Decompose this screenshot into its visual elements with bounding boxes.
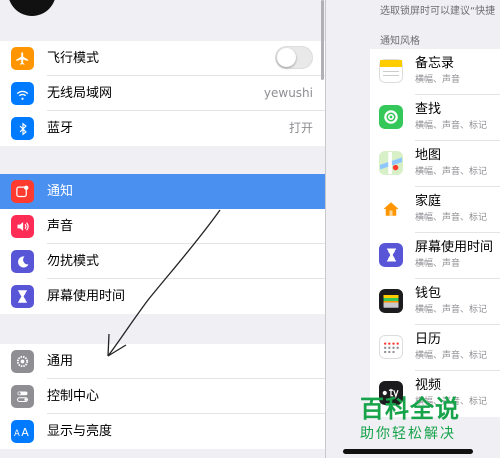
find-my-icon bbox=[379, 105, 403, 129]
bluetooth-icon bbox=[11, 117, 34, 140]
airplane-mode-toggle[interactable] bbox=[275, 46, 313, 69]
list-item-maps[interactable]: 地图 横幅、声音、标记 bbox=[370, 141, 500, 187]
settings-group-general: 通用 控制中心 AA 显示与亮度 bbox=[0, 344, 325, 449]
sidebar-item-do-not-disturb[interactable]: 勿扰模式 bbox=[0, 244, 325, 279]
notes-icon bbox=[379, 59, 403, 83]
app-name: 家庭 bbox=[415, 194, 442, 209]
speaker-icon bbox=[11, 215, 34, 238]
sidebar-item-bluetooth[interactable]: 蓝牙 打开 bbox=[0, 111, 325, 146]
wifi-network-name: yewushi bbox=[263, 86, 313, 100]
sidebar-item-sounds[interactable]: 声音 bbox=[0, 209, 325, 244]
app-notification-style: 横幅、声音 bbox=[415, 259, 461, 269]
app-name: 视频 bbox=[415, 378, 442, 393]
sidebar-item-display-brightness[interactable]: AA 显示与亮度 bbox=[0, 414, 325, 449]
app-notification-style: 横幅、声音、标记 bbox=[415, 121, 488, 131]
maps-icon bbox=[379, 151, 403, 175]
watermark-subtitle: 助你轻松解决 bbox=[360, 426, 456, 442]
app-notification-style: 横幅、声音 bbox=[415, 75, 461, 85]
sidebar-item-label: 显示与亮度 bbox=[47, 424, 113, 439]
sidebar-item-label: 通用 bbox=[47, 354, 74, 369]
home-icon bbox=[379, 197, 403, 221]
sidebar-item-airplane-mode[interactable]: 飞行模式 bbox=[0, 41, 325, 76]
app-notification-style: 横幅、声音、标记 bbox=[415, 351, 488, 361]
switches-icon bbox=[11, 385, 34, 408]
app-name: 屏幕使用时间 bbox=[415, 240, 494, 255]
sidebar-item-label: 屏幕使用时间 bbox=[47, 289, 126, 304]
watermark-logo: 百科全说 助你轻松解决 bbox=[360, 394, 500, 444]
home-indicator[interactable] bbox=[343, 449, 473, 454]
list-item-calendar[interactable]: 日历 横幅、声音、标记 bbox=[370, 325, 500, 371]
sidebar-item-label: 声音 bbox=[47, 219, 74, 234]
sidebar-item-label: 通知 bbox=[47, 184, 74, 199]
app-notification-style: 横幅、声音、标记 bbox=[415, 213, 488, 223]
list-item-find-my[interactable]: 查找 横幅、声音、标记 bbox=[370, 95, 500, 141]
avatar[interactable] bbox=[8, 0, 56, 16]
toggle-knob bbox=[277, 48, 296, 67]
wallet-icon bbox=[379, 289, 403, 313]
sidebar-item-label: 蓝牙 bbox=[47, 121, 74, 136]
app-name: 钱包 bbox=[415, 286, 442, 301]
sidebar-item-label: 飞行模式 bbox=[47, 51, 100, 66]
sidebar-item-wifi[interactable]: 无线局域网 yewushi bbox=[0, 76, 325, 111]
app-name: 查找 bbox=[415, 102, 442, 117]
gear-icon bbox=[11, 350, 34, 373]
settings-group-connectivity: 飞行模式 无线局域网 yewushi 蓝牙 打开 bbox=[0, 41, 325, 146]
sidebar-item-control-center[interactable]: 控制中心 bbox=[0, 379, 325, 414]
scheduled-summary-hint: 选取锁屏时可以建议“快捷 bbox=[380, 6, 496, 17]
settings-group-notifications: 通知 声音 勿扰模式 屏幕使用时间 bbox=[0, 174, 325, 314]
app-notification-style: 横幅、声音、标记 bbox=[415, 305, 488, 315]
hourglass-icon bbox=[379, 243, 403, 267]
list-item-screen-time[interactable]: 屏幕使用时间 横幅、声音 bbox=[370, 233, 500, 279]
sidebar-item-screen-time[interactable]: 屏幕使用时间 bbox=[0, 279, 325, 314]
list-item-wallet[interactable]: 钱包 横幅、声音、标记 bbox=[370, 279, 500, 325]
sidebar-item-general[interactable]: 通用 bbox=[0, 344, 325, 379]
sidebar-item-label: 控制中心 bbox=[47, 389, 100, 404]
hourglass-icon bbox=[11, 285, 34, 308]
sidebar-item-label: 勿扰模式 bbox=[47, 254, 100, 269]
app-notification-style: 横幅、声音、标记 bbox=[415, 167, 488, 177]
moon-icon bbox=[11, 250, 34, 273]
sidebar-item-label: 无线局域网 bbox=[47, 86, 113, 101]
calendar-icon bbox=[379, 335, 403, 359]
app-name: 备忘录 bbox=[415, 56, 455, 71]
airplane-icon bbox=[11, 47, 34, 70]
app-name: 地图 bbox=[415, 148, 442, 163]
sidebar-item-notifications[interactable]: 通知 bbox=[0, 174, 325, 209]
list-item-home[interactable]: 家庭 横幅、声音、标记 bbox=[370, 187, 500, 233]
svg-text:A: A bbox=[21, 426, 29, 438]
list-item-notes[interactable]: 备忘录 横幅、声音 bbox=[370, 49, 500, 95]
notification-style-list: 备忘录 横幅、声音 查找 横幅、声音、标记 地图 横幅、声音、标记 家庭 横幅、… bbox=[370, 49, 500, 417]
watermark-title: 百科全说 bbox=[360, 395, 460, 423]
bluetooth-status: 打开 bbox=[288, 121, 313, 135]
notifications-icon bbox=[11, 180, 34, 203]
text-size-icon: AA bbox=[11, 420, 34, 443]
svg-text:A: A bbox=[14, 428, 20, 438]
app-name: 日历 bbox=[415, 332, 442, 347]
wifi-icon bbox=[11, 82, 34, 105]
settings-sidebar: 飞行模式 无线局域网 yewushi 蓝牙 打开 通知 声音 勿扰模式 屏幕使用… bbox=[0, 0, 325, 458]
sidebar-scrollbar[interactable] bbox=[321, 0, 324, 80]
notification-style-header: 通知风格 bbox=[380, 36, 420, 47]
